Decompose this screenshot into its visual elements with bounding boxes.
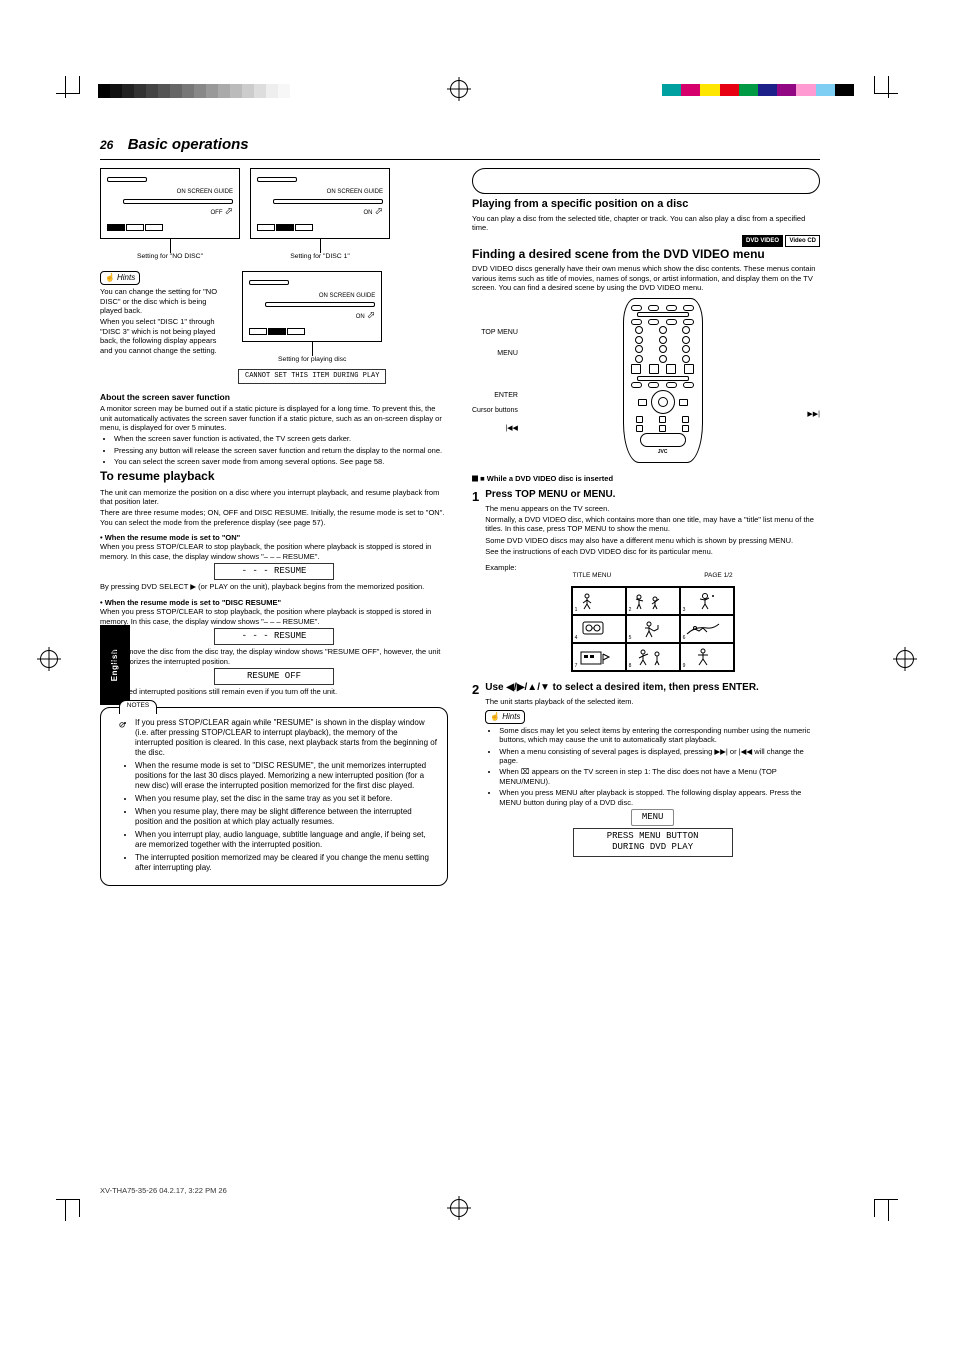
step2-hint-3: When ⌧ appears on the TV screen in step … — [499, 767, 820, 786]
note-5: When you interrupt play, audio language,… — [135, 830, 437, 850]
note-2: When the resume mode is set to "DISC RES… — [135, 761, 437, 791]
digest-cell[interactable]: 7 — [572, 643, 626, 671]
setting-box-playing: ON SCREEN GUIDE ON ⬀ — [242, 271, 382, 342]
step1-number: 1 — [472, 489, 479, 674]
resume-heading: To resume playback — [100, 469, 448, 484]
digest-cell[interactable]: 2 — [626, 587, 680, 615]
step1-t: The menu appears on the TV screen. — [485, 504, 820, 513]
digest-p1: DVD VIDEO discs generally have their own… — [472, 264, 820, 292]
resume-disc-h: • When the resume mode is set to "DISC R… — [100, 598, 448, 607]
screensaver-li-2: Pressing any button will release the scr… — [114, 446, 448, 455]
page-title: Basic operations — [128, 136, 249, 153]
prohibit-icon: ⊘ — [119, 720, 125, 733]
label-skipprev: |◀◀ — [472, 421, 518, 436]
note-6: The interrupted position memorized may b… — [135, 853, 437, 873]
resume-on-t2: By pressing DVD SELECT ▶ (or PLAY on the… — [100, 582, 424, 591]
digest-cell[interactable]: 5 — [626, 615, 680, 643]
label-cursor: Cursor buttons — [472, 403, 518, 418]
resume-on-t: When you press STOP/CLEAR to stop playba… — [100, 542, 448, 561]
screensaver-li-1: When the screen saver function is activa… — [114, 434, 448, 443]
left-column: ON SCREEN GUIDE OFF ⬀ Setting for "NO DI… — [100, 168, 448, 886]
dvd-video-badge: DVD VIDEO — [742, 235, 783, 247]
section-banner — [472, 168, 820, 194]
resume-on-h: • When the resume mode is set to "ON" — [100, 533, 448, 542]
menu-button-display: MENU — [631, 809, 675, 826]
caption-nodisc: Setting for "NO DISC" — [100, 253, 240, 261]
setting-box-disc1: ON SCREEN GUIDE ON ⬀ — [250, 168, 390, 239]
page-number: 26 — [100, 138, 113, 152]
display-resume-off: RESUME OFF — [214, 668, 334, 685]
step1-t3: Some DVD VIDEO discs may also have a dif… — [485, 536, 820, 545]
color-bar — [662, 84, 854, 98]
digest-cell[interactable]: 6 — [680, 615, 734, 643]
note-3: When you resume play, set the disc in th… — [135, 794, 437, 804]
right-column: Playing from a specific position on a di… — [472, 168, 820, 886]
digest-title: TITLE MENU — [573, 572, 612, 580]
step2-t: The unit starts playback of the selected… — [485, 697, 820, 706]
hints-badge: Hints — [100, 271, 140, 285]
notes-box: NOTES ⊘ If you press STOP/CLEAR again wh… — [100, 707, 448, 886]
menu-msg-1: PRESS MENU BUTTON — [580, 831, 726, 842]
banner-heading: Playing from a specific position on a di… — [472, 198, 820, 212]
digest-heading: Finding a desired scene from the DVD VID… — [472, 247, 820, 262]
remote-illustration: JVC — [623, 298, 703, 462]
digest-cell[interactable]: 9 — [680, 643, 734, 671]
resume-p2: There are three resume modes; ON, OFF an… — [100, 508, 448, 527]
note-1: If you press STOP/CLEAR again while "RES… — [135, 718, 437, 758]
footer-meta: XV-THA75-35-26 04.2.17, 3:22 PM 26 — [100, 1186, 227, 1195]
cursor-icon: ⬀ — [367, 310, 375, 321]
video-cd-badge: Video CD — [785, 235, 820, 247]
notes-tab: NOTES — [119, 700, 157, 714]
step2-hint-1: Some discs may let you select items by e… — [499, 726, 820, 745]
resume-p1: The unit can memorize the position on a … — [100, 488, 448, 507]
label-enter: ENTER — [472, 388, 518, 403]
digest-grid: 1 2 3 4 5 6 7 8 9 — [571, 586, 735, 672]
note-4: When you resume play, there may be sligh… — [135, 807, 437, 827]
hints-badge: Hints — [485, 710, 525, 724]
screensaver-p1: A monitor screen may be burned out if a … — [100, 404, 448, 432]
label-skipnext: ▶▶| — [807, 411, 820, 420]
resume-disc-t: When you press STOP/CLEAR to stop playba… — [100, 607, 448, 626]
digest-pageinfo: PAGE 1/2 — [704, 572, 732, 580]
step2-hint-4: When you press MENU after playback is st… — [499, 788, 820, 807]
caption-disc1: Setting for "DISC 1" — [250, 253, 390, 261]
example-label: Example: — [485, 563, 820, 572]
resume-disc-t2: If you remove the disc from the disc tra… — [100, 647, 448, 666]
hints-text-1: You can change the setting for "NO DISC"… — [100, 287, 230, 315]
hints-text-2: When you select "DISC 1" through "DISC 3… — [100, 317, 230, 355]
page-header: 26 Basic operations — [100, 136, 820, 160]
digest-cell[interactable]: 3 — [680, 587, 734, 615]
label-topmenu: TOP MENU — [472, 325, 518, 340]
digest-cell[interactable]: 4 — [572, 615, 626, 643]
cannot-set-msg: CANNOT SET THIS ITEM DURING PLAY — [238, 369, 386, 384]
step2-hint-2: When a menu consisting of several pages … — [499, 747, 820, 766]
display-resume-2: - - - RESUME — [214, 628, 334, 645]
menu-msg-2: DURING DVD PLAY — [580, 842, 726, 853]
resume-poweroff: Memorized interrupted positions still re… — [100, 687, 448, 696]
step1-heading: Press TOP MENU or MENU. — [485, 489, 820, 502]
digest-cell[interactable]: 8 — [626, 643, 680, 671]
screensaver-li-3: You can select the screen saver mode fro… — [114, 457, 448, 466]
step1-t4: See the instructions of each DVD VIDEO d… — [485, 547, 820, 556]
grayscale-bar — [98, 84, 290, 98]
cursor-icon: ⬀ — [225, 206, 233, 217]
screensaver-heading: About the screen saver function — [100, 392, 448, 403]
setting-box-nodisc: ON SCREEN GUIDE OFF ⬀ — [100, 168, 240, 239]
step2-heading: Use ◀/▶/▲/▼ to select a desired item, th… — [485, 682, 820, 695]
step2-number: 2 — [472, 682, 479, 857]
label-menu: MENU — [472, 346, 518, 361]
step1-t2: Normally, a DVD VIDEO disc, which contai… — [485, 515, 820, 534]
banner-sub: You can play a disc from the selected ti… — [472, 214, 820, 233]
caption-playing: Setting for playing disc — [238, 356, 386, 364]
display-resume-1: - - - RESUME — [214, 563, 334, 580]
step-lead: ■ While a DVD VIDEO disc is inserted — [480, 474, 613, 483]
digest-cell[interactable]: 1 — [572, 587, 626, 615]
cursor-icon: ⬀ — [375, 206, 383, 217]
